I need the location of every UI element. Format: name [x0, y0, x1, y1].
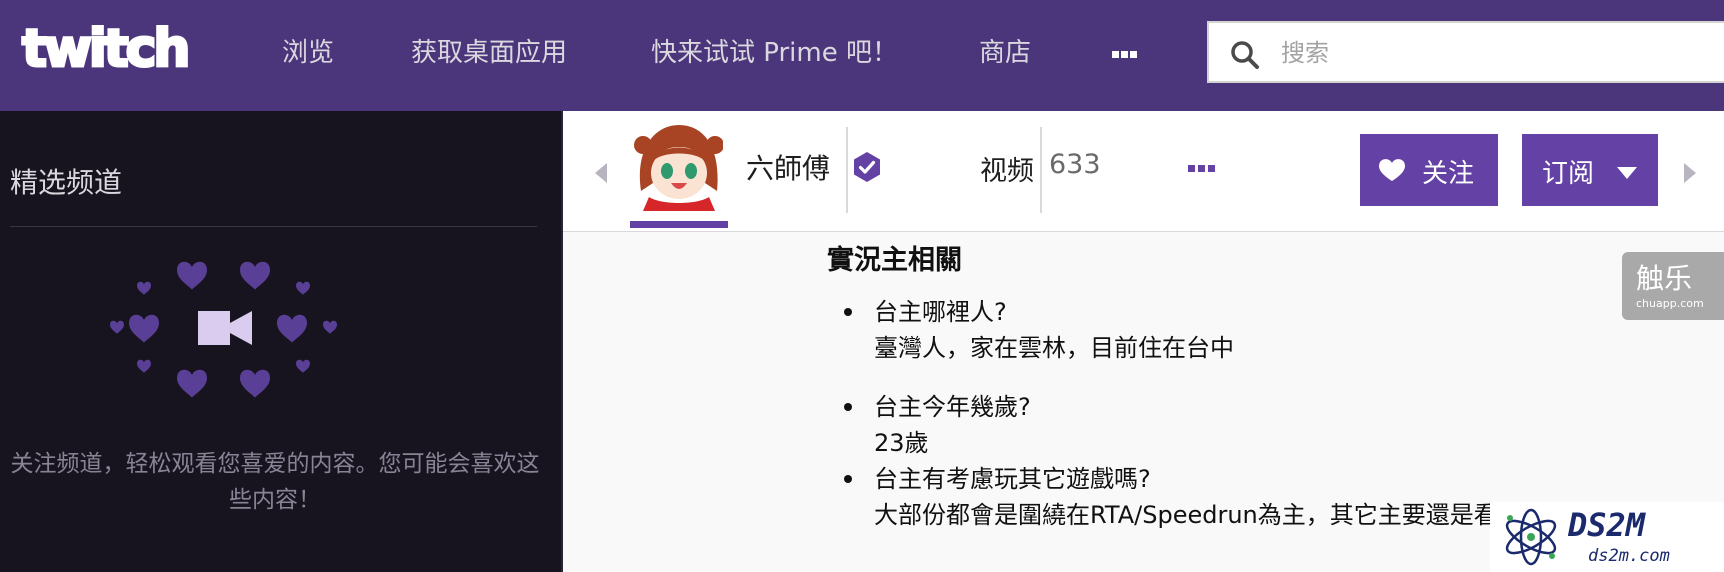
chuapp-url: chuapp.com — [1636, 297, 1704, 310]
verified-badge-icon — [852, 151, 882, 187]
sidebar-empty-message: 关注频道，轻松观看您喜爱的内容。您可能会喜欢这些内容！ — [10, 451, 540, 513]
chevron-down-icon — [1617, 164, 1637, 183]
heart-icon — [1378, 158, 1406, 186]
list-item: 台主有考慮玩其它遊戲嗎? 大部份都會是圍繞在RTA/Speedrun為主，其它主… — [842, 461, 1542, 533]
divider — [846, 127, 848, 213]
nav-browse[interactable]: 浏览 — [282, 33, 334, 73]
faq-answer: 大部份都會是圍繞在RTA/Speedrun為主，其它主要還是看 — [874, 501, 1498, 529]
list-item: 台主哪裡人? 臺灣人，家在雲林，目前住在台中 — [842, 294, 1542, 366]
faq-list: 台主哪裡人? 臺灣人，家在雲林，目前住在台中 台主今年幾歲? 23歲 台主有考慮… — [842, 294, 1542, 533]
active-tab-indicator — [630, 221, 728, 228]
follow-label: 关注 — [1422, 159, 1475, 189]
videos-count: 633 — [1049, 149, 1101, 180]
panel-title: 實況主相關 — [827, 245, 962, 276]
more-menu-icon[interactable] — [1105, 33, 1145, 73]
sidebar-divider — [10, 226, 537, 227]
bullet — [844, 403, 852, 411]
sidebar: 精选频道 关注频道，轻松观看您喜爱的内容。您可能会喜欢这些内容！ — [0, 111, 561, 572]
nav-desktop-app[interactable]: 获取桌面应用 — [411, 33, 567, 73]
svg-text:twitch: twitch — [22, 19, 187, 78]
list-item: 台主今年幾歲? 23歲 — [842, 389, 1542, 461]
top-navigation-bar: twitch 浏览 获取桌面应用 快来试试 Prime 吧！ 商店 — [0, 0, 1724, 111]
faq-question: 台主哪裡人? — [874, 298, 1007, 326]
search-input[interactable] — [1279, 29, 1713, 77]
channel-header-bar: 六師傅 视频 633 关注 订阅 — [563, 111, 1724, 232]
search-icon — [1230, 40, 1260, 74]
scroll-right-icon[interactable] — [1684, 163, 1696, 187]
nav-store[interactable]: 商店 — [979, 33, 1031, 73]
scroll-left-icon[interactable] — [595, 163, 607, 187]
twitch-logo[interactable]: twitch — [20, 18, 210, 82]
faq-question: 台主有考慮玩其它遊戲嗎? — [874, 465, 1151, 493]
search-box[interactable] — [1207, 21, 1724, 83]
nav-prime[interactable]: 快来试试 Prime 吧！ — [651, 33, 898, 73]
bullet — [844, 308, 852, 316]
faq-answer: 23歲 — [874, 429, 929, 457]
bullet — [844, 475, 852, 483]
sidebar-title: 精选频道 — [10, 166, 123, 199]
ds2m-url: ds2m.com — [1588, 546, 1670, 566]
subscribe-label: 订阅 — [1542, 159, 1595, 189]
ds2m-logo-text: DS2M — [1568, 506, 1646, 544]
subscribe-button[interactable]: 订阅 — [1522, 134, 1658, 206]
channel-more-icon[interactable] — [1188, 163, 1220, 175]
atom-logo-icon — [1500, 506, 1562, 572]
featured-illustration — [100, 259, 360, 423]
faq-question: 台主今年幾歲? — [874, 393, 1031, 421]
chuapp-watermark: 触乐 chuapp.com — [1622, 252, 1724, 320]
channel-avatar[interactable] — [633, 121, 723, 211]
video-camera-icon — [198, 311, 252, 345]
divider — [1040, 127, 1042, 213]
chuapp-logo-text: 触乐 — [1636, 262, 1693, 295]
ds2m-watermark: DS2M ds2m.com — [1490, 502, 1724, 572]
faq-answer: 臺灣人，家在雲林，目前住在台中 — [874, 334, 1234, 362]
tab-videos[interactable]: 视频 — [980, 149, 1034, 188]
follow-button[interactable]: 关注 — [1360, 134, 1498, 206]
channel-name[interactable]: 六師傅 — [746, 147, 830, 187]
